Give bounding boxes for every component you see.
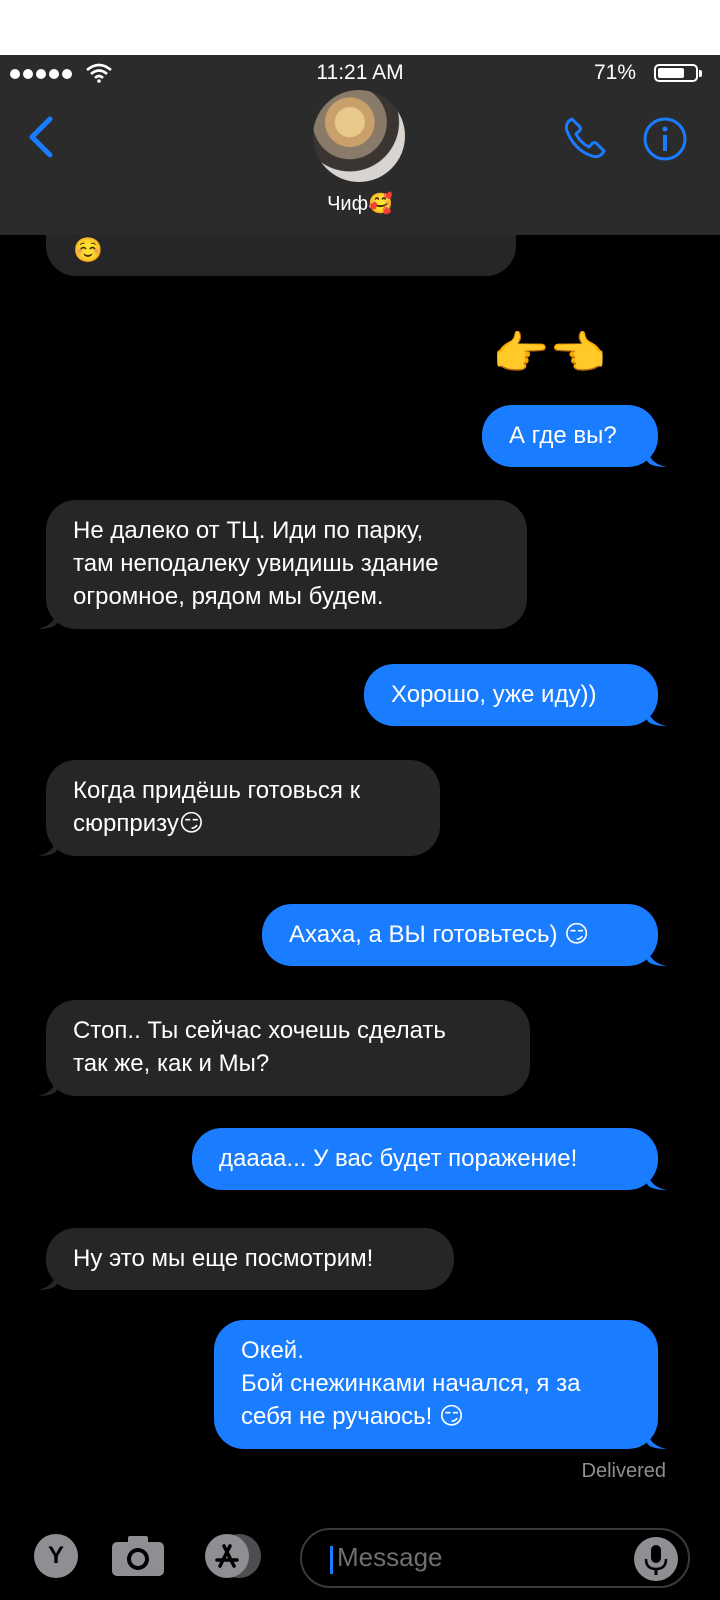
message-text-line: себя не ручаюсь! 😏 — [241, 1403, 465, 1430]
message-input[interactable]: Message — [300, 1528, 690, 1588]
message-text-line: Стоп.. Ты сейчас хочешь сделать — [73, 1017, 446, 1044]
message-bubble-incoming[interactable]: Ну это мы еще посмотрим! — [37, 1228, 454, 1290]
message-text-line: Окей. — [241, 1337, 304, 1364]
message-text: ☺️ — [73, 237, 103, 264]
back-chevron-icon[interactable] — [26, 115, 56, 159]
info-icon[interactable] — [643, 117, 687, 161]
app-drawer-button[interactable]: Y — [34, 1534, 78, 1578]
delivered-status: Delivered — [581, 1460, 666, 1482]
message-text-line: сюрпризу😏 — [73, 810, 204, 837]
message-text: А где вы? — [509, 422, 617, 449]
conversation-header: 11:21 AM 71% Чиф🥰 — [0, 55, 720, 235]
message-text-line: Когда придёшь готовься к — [73, 777, 361, 804]
contact-name[interactable]: Чиф🥰 — [0, 191, 720, 216]
bubble-tail — [647, 946, 667, 966]
message-text: Ну это мы еще посмотрим! — [73, 1245, 374, 1272]
message-bubble-outgoing[interactable]: Окей. Бой снежинками начался, я за себя … — [214, 1320, 667, 1449]
input-bar: Y Message — [0, 1520, 720, 1600]
battery-percent: 71% — [593, 61, 636, 84]
message-text-line: так же, как и Мы? — [73, 1050, 270, 1077]
app-store-icon[interactable] — [205, 1534, 261, 1578]
message-text-line: там неподалеку увидишь здание — [73, 550, 439, 577]
message-text: Хорошо, уже иду)) — [391, 681, 597, 708]
battery-fill — [658, 68, 684, 78]
bubble-tail — [37, 609, 57, 629]
microphone-icon[interactable] — [634, 1537, 678, 1581]
bubble-tail — [37, 1270, 57, 1290]
text-caret — [330, 1546, 333, 1574]
message-bubble-incoming[interactable]: Не далеко от ТЦ. Иди по парку, там непод… — [37, 500, 527, 629]
message-bubble-outgoing[interactable]: Ахаха, а ВЫ готовьтесь) 😏 — [262, 904, 667, 966]
message-text-line: Бой снежинками начался, я за — [241, 1370, 581, 1397]
battery-icon — [654, 64, 702, 82]
message-thread[interactable]: ☺️ 👉👈 А где вы? Не далеко от ТЦ. Иди по … — [0, 0, 720, 1600]
message-text: даааа... У вас будет поражение! — [219, 1145, 578, 1172]
contact-avatar[interactable] — [313, 90, 405, 182]
message-bubble-incoming[interactable]: Когда придёшь готовься к сюрпризу😏 — [37, 760, 440, 856]
message-bubble-incoming[interactable]: Стоп.. Ты сейчас хочешь сделать так же, … — [37, 1000, 530, 1096]
message-emoji-outgoing[interactable]: 👉👈 — [492, 328, 607, 378]
message-bubble-outgoing[interactable]: А где вы? — [482, 405, 667, 467]
bubble-tail — [647, 1429, 667, 1449]
bubble-tail — [647, 706, 667, 726]
message-text: Ахаха, а ВЫ готовьтесь) 😏 — [289, 921, 590, 948]
bubble-tail — [37, 1076, 57, 1096]
camera-icon[interactable] — [110, 1532, 166, 1578]
message-placeholder: Message — [337, 1542, 443, 1572]
bubble-tail — [37, 836, 57, 856]
phone-icon[interactable] — [562, 115, 608, 161]
message-text-line: Не далеко от ТЦ. Иди по парку, — [73, 517, 424, 544]
message-text-line: огромное, рядом мы будем. — [73, 583, 384, 610]
bubble-tail — [647, 1170, 667, 1190]
status-bar: 11:21 AM 71% — [0, 55, 720, 95]
message-bubble-outgoing[interactable]: Хорошо, уже иду)) — [364, 664, 667, 726]
bubble-tail — [647, 447, 667, 467]
message-bubble-outgoing[interactable]: даааа... У вас будет поражение! — [192, 1128, 667, 1190]
